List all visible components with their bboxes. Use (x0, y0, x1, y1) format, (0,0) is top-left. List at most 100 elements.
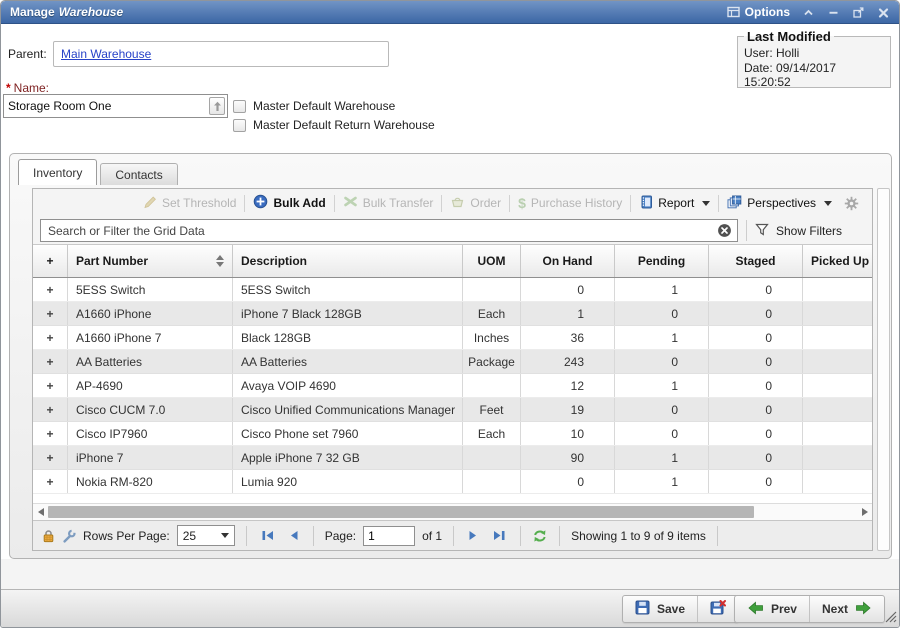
prev-page-icon[interactable] (285, 529, 302, 542)
row-expand-button[interactable]: + (33, 446, 68, 469)
tab-contacts[interactable]: Contacts (100, 163, 177, 185)
search-input[interactable] (46, 223, 717, 239)
options-list-icon (727, 6, 740, 18)
report-dropdown-button[interactable]: Report (633, 195, 716, 212)
cell-part-number: Nokia RM-820 (68, 470, 233, 493)
row-expand-button[interactable]: + (33, 278, 68, 301)
name-input[interactable] (4, 99, 209, 113)
parent-link[interactable]: Main Warehouse (61, 47, 151, 61)
checkbox-label: Master Default Warehouse (253, 99, 395, 113)
cell-on-hand: 12 (521, 374, 615, 397)
page-number-input[interactable] (363, 526, 415, 546)
set-threshold-button[interactable]: Set Threshold (137, 195, 243, 212)
clear-search-icon[interactable] (717, 223, 732, 238)
checkbox-label: Master Default Return Warehouse (253, 118, 435, 132)
show-filters-button[interactable]: Show Filters (755, 223, 842, 239)
chevron-down-icon (221, 533, 229, 538)
purchase-history-button[interactable]: $ Purchase History (512, 195, 628, 211)
cell-pending: 1 (615, 470, 709, 493)
row-expand-button[interactable]: + (33, 470, 68, 493)
row-expand-button[interactable]: + (33, 398, 68, 421)
cell-staged: 0 (709, 302, 803, 325)
popout-icon[interactable] (852, 6, 865, 19)
row-expand-button[interactable]: + (33, 350, 68, 373)
table-row[interactable]: + iPhone 7 Apple iPhone 7 32 GB 90 1 0 (33, 446, 872, 470)
order-button[interactable]: Order (444, 195, 507, 211)
cell-on-hand: 36 (521, 326, 615, 349)
save-button[interactable]: Save (623, 596, 698, 622)
cell-description: 5ESS Switch (233, 278, 463, 301)
bulk-transfer-button[interactable]: Bulk Transfer (337, 195, 440, 211)
cell-part-number: AP-4690 (68, 374, 233, 397)
grid-body: + 5ESS Switch 5ESS Switch 0 1 0 + A1660 … (33, 278, 872, 503)
next-button[interactable]: Next (810, 596, 884, 622)
cell-picked-up (803, 278, 872, 301)
header-description[interactable]: Description (233, 245, 463, 277)
row-expand-button[interactable]: + (33, 326, 68, 349)
header-pending[interactable]: Pending (615, 245, 709, 277)
cell-uom: Package (463, 350, 521, 373)
table-row[interactable]: + Cisco CUCM 7.0 Cisco Unified Communica… (33, 398, 872, 422)
row-expand-button[interactable]: + (33, 374, 68, 397)
close-icon[interactable] (877, 6, 890, 19)
cell-part-number: A1660 iPhone 7 (68, 326, 233, 349)
funnel-icon (755, 223, 770, 239)
vertical-scrollbar[interactable] (877, 188, 890, 551)
last-page-icon[interactable] (489, 529, 509, 542)
table-row[interactable]: + AA Batteries AA Batteries Package 243 … (33, 350, 872, 374)
master-default-return-warehouse-checkbox[interactable] (233, 119, 246, 132)
chevron-down-icon (824, 201, 832, 206)
scroll-left-icon[interactable] (33, 504, 48, 520)
cell-description: Black 128GB (233, 326, 463, 349)
cell-picked-up (803, 422, 872, 445)
input-helper-icon[interactable] (209, 97, 225, 115)
prev-button[interactable]: Prev (735, 596, 810, 622)
scrollbar-thumb[interactable] (48, 506, 754, 518)
bulk-add-button[interactable]: Bulk Add (247, 194, 331, 212)
save-and-close-button[interactable] (698, 596, 738, 622)
rows-per-page-select[interactable]: 25 (177, 525, 235, 546)
cell-description: Avaya VOIP 4690 (233, 374, 463, 397)
nav-button-group: Prev Next (734, 595, 885, 623)
table-row[interactable]: + AP-4690 Avaya VOIP 4690 12 1 0 (33, 374, 872, 398)
resize-grip[interactable] (882, 608, 897, 626)
first-page-icon[interactable] (258, 529, 278, 542)
master-default-warehouse-checkbox[interactable] (233, 100, 246, 113)
save-button-group: Save (622, 595, 739, 623)
table-row[interactable]: + A1660 iPhone iPhone 7 Black 128GB Each… (33, 302, 872, 326)
table-row[interactable]: + A1660 iPhone 7 Black 128GB Inches 36 1… (33, 326, 872, 350)
table-row[interactable]: + Nokia RM-820 Lumia 920 0 1 0 (33, 470, 872, 494)
cell-uom (463, 374, 521, 397)
cell-staged: 0 (709, 278, 803, 301)
header-picked-up[interactable]: Picked Up (803, 245, 872, 277)
sort-icon[interactable] (216, 255, 224, 267)
row-expand-button[interactable]: + (33, 302, 68, 325)
cell-pending: 0 (615, 422, 709, 445)
wrench-icon[interactable] (62, 529, 76, 543)
next-page-icon[interactable] (465, 529, 482, 542)
tab-inventory[interactable]: Inventory (18, 159, 97, 185)
refresh-icon[interactable] (532, 529, 548, 543)
header-uom[interactable]: UOM (463, 245, 521, 277)
green-arrow-right-icon (855, 601, 872, 618)
header-part-number[interactable]: Part Number (68, 245, 233, 277)
table-row[interactable]: + Cisco IP7960 Cisco Phone set 7960 Each… (33, 422, 872, 446)
row-expand-button[interactable]: + (33, 422, 68, 445)
grid-footer: Rows Per Page: 25 Page: of 1 (33, 520, 872, 550)
options-button[interactable]: Options (727, 5, 790, 19)
rows-per-page-label: Rows Per Page: (83, 529, 170, 543)
cell-staged: 0 (709, 422, 803, 445)
grid-settings-gear-icon[interactable] (838, 196, 865, 211)
checkbox-row-master-default: Master Default Warehouse (233, 99, 395, 113)
collapse-icon[interactable] (802, 6, 815, 19)
lock-icon[interactable] (42, 529, 55, 543)
table-row[interactable]: + 5ESS Switch 5ESS Switch 0 1 0 (33, 278, 872, 302)
perspectives-dropdown-button[interactable]: Perspectives (721, 195, 838, 212)
scroll-right-icon[interactable] (857, 504, 872, 520)
header-on-hand[interactable]: On Hand (521, 245, 615, 277)
horizontal-scrollbar[interactable] (33, 503, 872, 520)
minimize-icon[interactable] (827, 6, 840, 19)
cell-description: AA Batteries (233, 350, 463, 373)
add-circle-icon (253, 194, 268, 212)
header-staged[interactable]: Staged (709, 245, 803, 277)
